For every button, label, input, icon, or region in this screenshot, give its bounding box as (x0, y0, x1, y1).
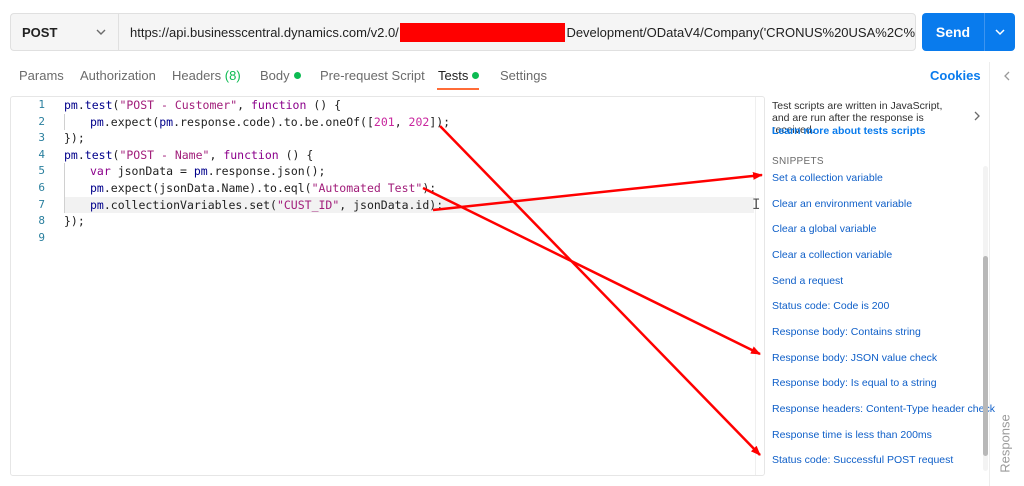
code-line: pm.test("POST - Name", function () { (64, 147, 314, 162)
request-tabs: Params Authorization Headers (8) Body Pr… (0, 62, 1024, 90)
tests-code-editor[interactable]: 1 2 3 4 5 6 7 8 9 pm.test("POST - Custom… (10, 96, 765, 476)
tab-label: Params (19, 68, 64, 83)
line-number: 5 (38, 164, 45, 178)
line-number: 8 (38, 214, 45, 228)
snippet-link[interactable]: Clear an environment variable (772, 198, 912, 210)
learn-more-link[interactable]: Learn more about tests scripts (772, 125, 925, 137)
snippet-link[interactable]: Status code: Code is 200 (772, 300, 889, 312)
code-line: pm.test("POST - Customer", function () { (64, 98, 342, 112)
method-label: POST (22, 24, 58, 40)
snippet-link[interactable]: Response body: JSON value check (772, 352, 937, 364)
active-tab-indicator (437, 88, 479, 90)
tab-label: Tests (438, 68, 469, 83)
text-cursor-icon: I (752, 197, 761, 213)
code-line: pm.expect(jsonData.Name).to.eql("Automat… (64, 179, 754, 197)
code-line: }); (64, 214, 85, 229)
send-options-button[interactable] (985, 26, 1015, 38)
editor-scrollbar[interactable] (755, 97, 756, 475)
cookies-link[interactable]: Cookies (930, 68, 981, 83)
snippet-link[interactable]: Status code: Successful POST request (772, 454, 953, 466)
url-suffix: Development/ODataV4/Company('CRONUS%20US… (566, 24, 915, 40)
snippet-link[interactable]: Response body: Is equal to a string (772, 377, 937, 389)
chevron-left-icon[interactable] (1001, 70, 1013, 82)
request-bar: POST https://api.businesscentral.dynamic… (0, 0, 1024, 62)
code-line: pm.collectionVariables.set("CUST_ID", js… (64, 196, 754, 214)
send-button[interactable]: Send (922, 13, 1015, 51)
tab-label: Authorization (80, 68, 156, 83)
code-lines: pm.test("POST - Customer", function () {… (64, 97, 754, 246)
code-line: pm.expect(pm.response.code).to.be.oneOf(… (64, 113, 754, 131)
snippets-scrollbar-thumb[interactable] (983, 256, 988, 456)
tab-label: Pre-request Script (320, 68, 425, 83)
line-number: 3 (38, 131, 45, 145)
line-number: 4 (38, 147, 45, 161)
snippet-link[interactable]: Send a request (772, 275, 843, 287)
redaction-box (399, 22, 566, 42)
line-number: 9 (38, 230, 45, 244)
snippet-link[interactable]: Clear a collection variable (772, 249, 892, 261)
status-dot-icon (293, 72, 301, 79)
url-input[interactable]: https://api.businesscentral.dynamics.com… (118, 13, 916, 51)
tab-params[interactable]: Params (19, 68, 64, 83)
tab-pre-request-script[interactable]: Pre-request Script (320, 68, 425, 83)
tab-tests[interactable]: Tests (438, 68, 480, 83)
chevron-right-icon[interactable] (972, 110, 982, 122)
panel-divider (989, 62, 990, 486)
code-line: }); (64, 131, 85, 146)
tab-label: Body (260, 68, 290, 83)
snippet-link[interactable]: Response time is less than 200ms (772, 429, 932, 441)
response-panel-toggle[interactable]: Response (998, 414, 1013, 474)
line-number-gutter: 1 2 3 4 5 6 7 8 9 (11, 97, 51, 246)
snippets-heading: SNIPPETS (772, 156, 824, 167)
snippet-link[interactable]: Clear a global variable (772, 223, 876, 235)
tab-settings[interactable]: Settings (500, 68, 547, 83)
snippets-panel: Test scripts are written in JavaScript, … (766, 96, 995, 476)
chevron-down-icon (995, 29, 1005, 36)
chevron-down-icon (96, 29, 106, 35)
line-number: 2 (38, 114, 45, 128)
line-number: 6 (38, 180, 45, 194)
code-line: var jsonData = pm.response.json(); (64, 163, 754, 180)
url-prefix: https://api.businesscentral.dynamics.com… (130, 24, 399, 40)
method-select[interactable]: POST (10, 13, 118, 51)
line-number: 1 (38, 98, 45, 111)
line-number: 7 (38, 197, 45, 211)
tab-label: Headers (172, 68, 222, 83)
snippet-link[interactable]: Response body: Contains string (772, 326, 921, 338)
status-dot-icon (472, 72, 480, 79)
tab-label: Settings (500, 68, 547, 83)
snippet-link[interactable]: Response headers: Content-Type header ch… (772, 403, 995, 415)
headers-count-badge: (8) (224, 68, 241, 83)
send-label: Send (935, 24, 971, 40)
tab-body[interactable]: Body (260, 68, 301, 83)
tab-headers[interactable]: Headers (8) (172, 68, 241, 83)
snippet-link[interactable]: Set a collection variable (772, 172, 883, 184)
tab-authorization[interactable]: Authorization (80, 68, 156, 83)
